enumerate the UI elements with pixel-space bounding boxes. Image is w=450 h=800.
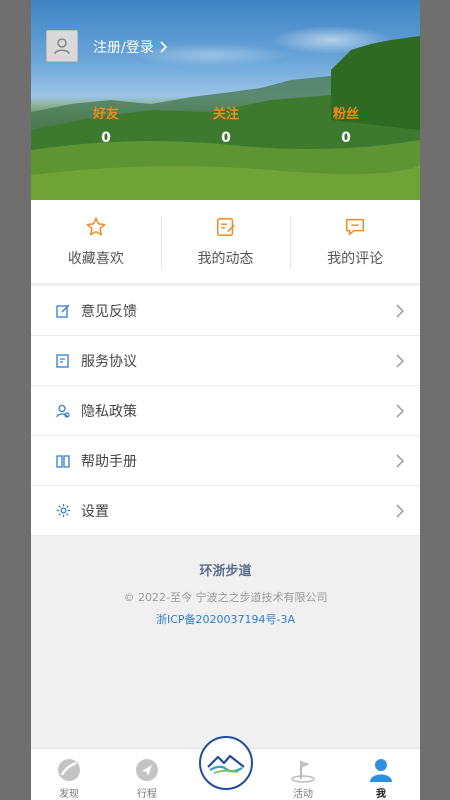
stat-friends-count: 0 — [101, 130, 111, 146]
login-register-label: 注册/登录 — [93, 40, 154, 56]
profile-icon — [370, 759, 392, 782]
tab-label: 行程 — [137, 789, 157, 800]
trail-logo-icon — [207, 754, 245, 774]
comment-icon — [346, 218, 365, 235]
menu-item-settings[interactable]: 设置 — [31, 486, 420, 536]
feedback-icon — [55, 303, 71, 319]
quick-actions: 收藏喜欢 我的动态 我的评论 — [31, 200, 420, 284]
tab-discover[interactable]: 发现 — [39, 755, 99, 800]
stat-following-label: 关注 — [212, 107, 239, 122]
favorites-label: 收藏喜欢 — [67, 250, 124, 267]
my-posts-label: 我的动态 — [197, 250, 254, 267]
my-comments-button[interactable]: 我的评论 — [290, 200, 420, 283]
tea-hills-background — [31, 36, 420, 200]
tab-trip[interactable]: 行程 — [117, 755, 177, 800]
avatar[interactable] — [46, 30, 78, 62]
menu-item-label: 隐私政策 — [81, 403, 137, 420]
menu-item-privacy-policy[interactable]: 隐私政策 — [31, 386, 420, 436]
app-screen: 注册/登录 好友 0 关注 0 粉丝 0 收藏喜欢 我的动态 我的评论 意见反馈… — [31, 0, 420, 800]
menu-item-service-agreement[interactable]: 服务协议 — [31, 336, 420, 386]
my-posts-button[interactable]: 我的动态 — [160, 200, 291, 283]
menu-item-label: 服务协议 — [81, 353, 137, 370]
post-icon — [216, 217, 235, 236]
tab-me[interactable]: 我 — [351, 755, 411, 800]
gear-icon — [55, 503, 71, 519]
profile-header-banner: 注册/登录 好友 0 关注 0 粉丝 0 — [31, 0, 420, 200]
star-icon — [86, 217, 106, 235]
chevron-right-icon — [160, 41, 167, 53]
menu-item-help-manual[interactable]: 帮助手册 — [31, 436, 420, 486]
stat-following-count: 0 — [221, 130, 231, 146]
stat-followers[interactable]: 粉丝 0 — [316, 103, 376, 146]
center-home-button[interactable] — [199, 736, 253, 790]
chevron-right-icon — [396, 503, 404, 518]
tab-label: 发现 — [59, 789, 79, 800]
stat-friends[interactable]: 好友 0 — [76, 103, 136, 146]
menu-item-feedback[interactable]: 意见反馈 — [31, 286, 420, 336]
stat-followers-label: 粉丝 — [332, 107, 359, 122]
user-placeholder-icon — [54, 38, 70, 55]
chevron-right-icon — [396, 303, 404, 318]
agreement-icon — [55, 353, 71, 369]
help-manual-icon — [55, 453, 71, 469]
chevron-right-icon — [396, 353, 404, 368]
copyright-text: © 2022-至今 宁波之之步道技术有限公司 — [123, 591, 328, 604]
discover-icon — [58, 759, 80, 781]
settings-menu: 意见反馈 服务协议 隐私政策 帮助手册 设置 — [31, 286, 420, 536]
chevron-right-icon — [396, 453, 404, 468]
privacy-icon — [55, 403, 71, 419]
menu-item-label: 设置 — [81, 503, 109, 520]
tab-label: 活动 — [293, 789, 313, 800]
menu-item-label: 意见反馈 — [81, 303, 137, 320]
login-register-link[interactable]: 注册/登录 — [93, 37, 168, 57]
menu-item-label: 帮助手册 — [81, 453, 137, 470]
favorites-button[interactable]: 收藏喜欢 — [31, 200, 161, 283]
app-name: 环浙步道 — [199, 564, 252, 579]
tab-activity[interactable]: 活动 — [273, 755, 333, 800]
chevron-right-icon — [396, 403, 404, 418]
icp-license-link[interactable]: 浙ICP备2020037194号-3A — [31, 611, 420, 627]
stat-followers-count: 0 — [341, 130, 351, 146]
stat-friends-label: 好友 — [92, 107, 119, 122]
my-comments-label: 我的评论 — [327, 250, 384, 267]
app-info-footer: 环浙步道 © 2022-至今 宁波之之步道技术有限公司 浙ICP备2020037… — [31, 560, 420, 627]
activity-flag-icon — [291, 761, 315, 783]
tab-label: 我 — [376, 789, 386, 800]
stat-following[interactable]: 关注 0 — [196, 103, 256, 146]
trip-icon — [136, 759, 158, 781]
